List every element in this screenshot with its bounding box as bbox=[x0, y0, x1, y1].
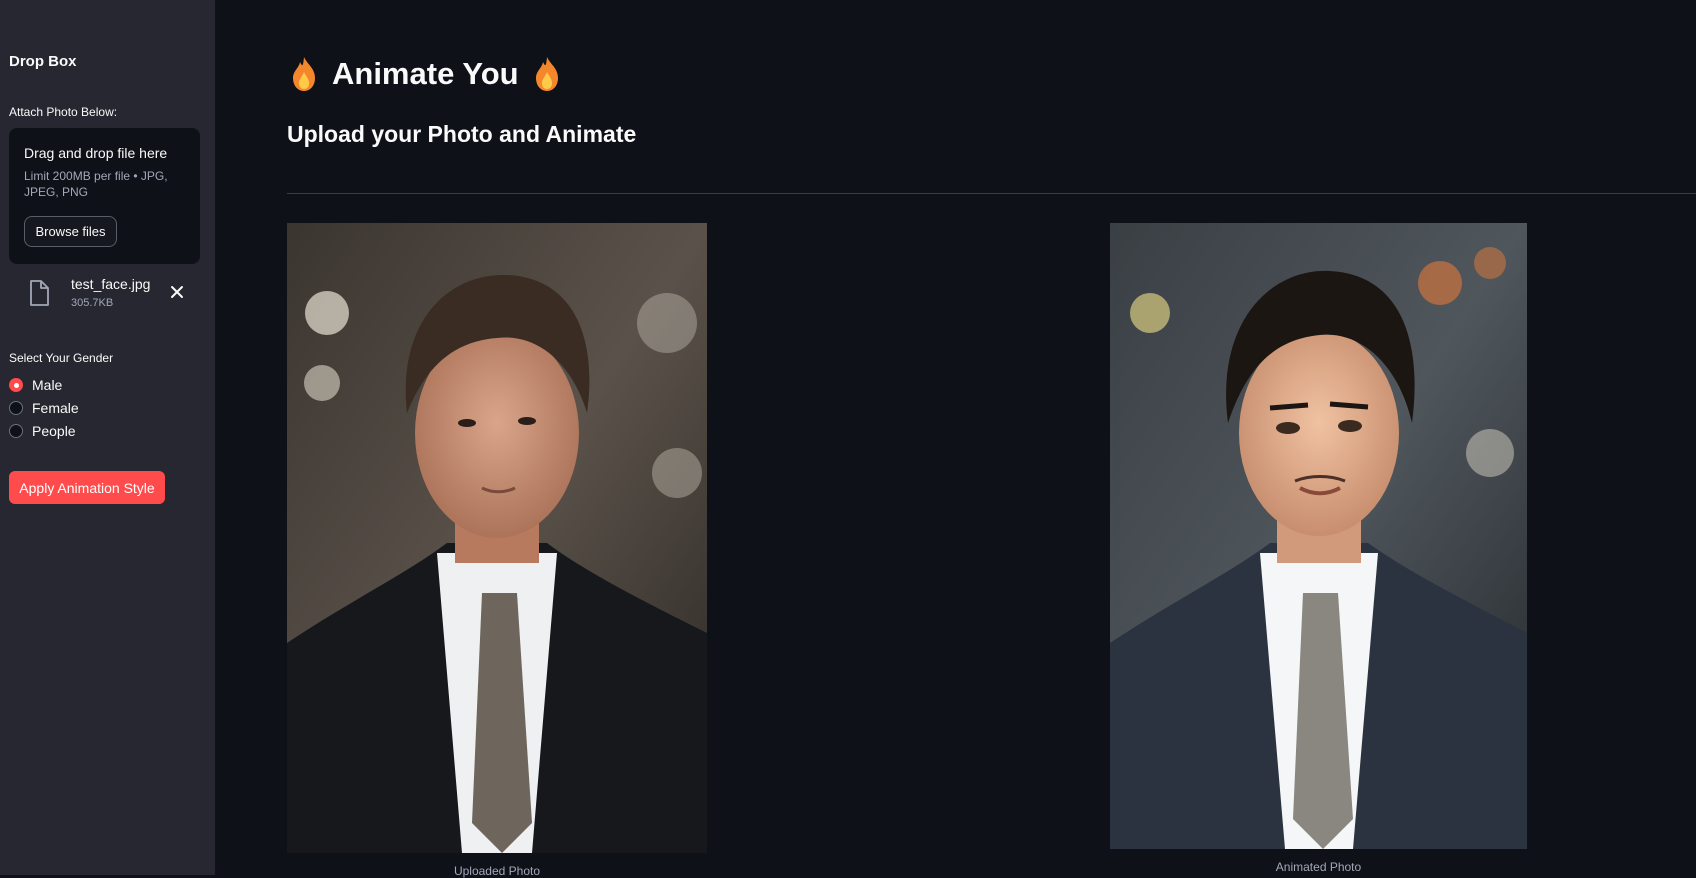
uploaded-file-size: 305.7KB bbox=[71, 297, 114, 309]
browse-files-button[interactable]: Browse files bbox=[24, 216, 117, 247]
gender-option-label: Female bbox=[32, 400, 79, 416]
gender-option-male[interactable]: Male bbox=[9, 377, 62, 393]
gender-label: Select Your Gender bbox=[9, 351, 114, 365]
gender-option-female[interactable]: Female bbox=[9, 400, 79, 416]
sidebar-title: Drop Box bbox=[9, 53, 77, 70]
sidebar: Drop Box Attach Photo Below: Drag and dr… bbox=[0, 0, 215, 875]
uploaded-photo bbox=[287, 223, 707, 853]
divider bbox=[287, 193, 1696, 194]
apply-animation-button[interactable]: Apply Animation Style bbox=[9, 471, 165, 504]
fire-icon bbox=[533, 56, 561, 92]
file-icon bbox=[28, 280, 50, 306]
gender-option-people[interactable]: People bbox=[9, 423, 76, 439]
radio-button[interactable] bbox=[9, 424, 23, 438]
gender-option-label: Male bbox=[32, 377, 63, 393]
page-header: Animate You bbox=[290, 56, 561, 92]
dropzone-limit: Limit 200MB per file • JPG, JPEG, PNG bbox=[24, 169, 168, 199]
page-title: Animate You bbox=[332, 56, 519, 91]
animated-photo bbox=[1110, 223, 1527, 849]
uploaded-photo-caption: Uploaded Photo bbox=[453, 864, 541, 878]
close-icon[interactable] bbox=[167, 282, 187, 302]
file-dropzone[interactable]: Drag and drop file here Limit 200MB per … bbox=[9, 128, 200, 264]
fire-icon bbox=[290, 56, 318, 92]
uploaded-file-name: test_face.jpg bbox=[71, 276, 151, 292]
gender-option-label: People bbox=[32, 423, 76, 439]
radio-button[interactable] bbox=[9, 401, 23, 415]
attach-photo-label: Attach Photo Below: bbox=[9, 105, 118, 119]
radio-button[interactable] bbox=[9, 378, 23, 392]
animated-photo-caption: Animated Photo bbox=[1275, 860, 1362, 874]
dropzone-title: Drag and drop file here bbox=[24, 145, 168, 161]
page-subtitle: Upload your Photo and Animate bbox=[287, 121, 637, 147]
